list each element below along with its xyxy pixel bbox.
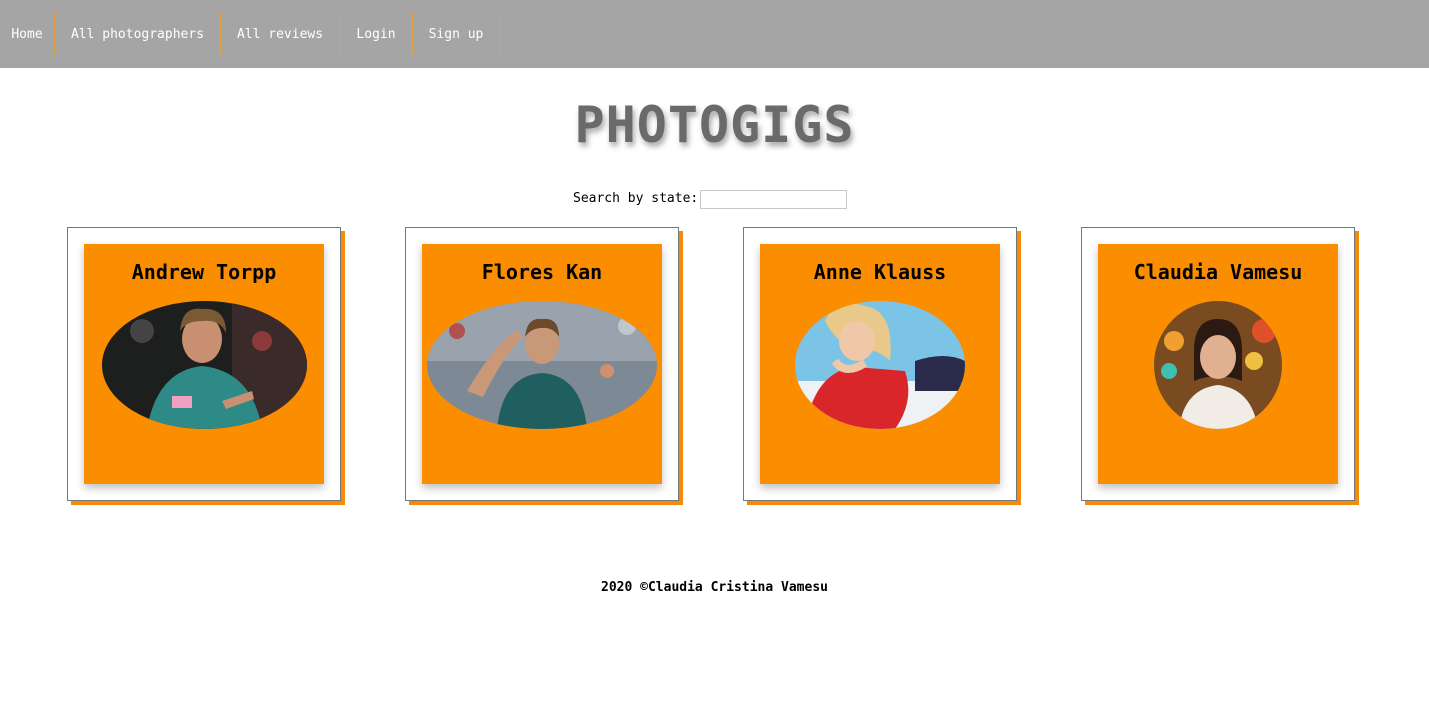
nav-all-reviews-link[interactable]: All reviews <box>221 12 340 56</box>
photographer-name[interactable]: Anne Klauss <box>760 260 1000 284</box>
search-state-input[interactable] <box>700 190 847 209</box>
footer-copyright: 2020 ©Claudia Cristina Vamesu <box>601 580 828 595</box>
navbar: Home All photographers All reviews Login… <box>0 0 1429 68</box>
photographer-name[interactable]: Claudia Vamesu <box>1098 260 1338 284</box>
photographer-card-inner: Claudia Vamesu <box>1098 244 1338 484</box>
woman-lying-photo-icon[interactable] <box>795 301 965 429</box>
photographer-name[interactable]: Flores Kan <box>422 260 662 284</box>
photographer-card-inner: Andrew Torpp <box>84 244 324 484</box>
page-title: PHOTOGIGS <box>574 96 855 154</box>
woman-tennis-photo-icon[interactable] <box>427 301 657 429</box>
photographer-card-inner: Anne Klauss <box>760 244 1000 484</box>
photographer-card[interactable]: Claudia Vamesu <box>1081 227 1355 501</box>
search-label: Search by state: <box>573 191 699 206</box>
nav-login-link[interactable]: Login <box>340 12 413 56</box>
photographer-name[interactable]: Andrew Torpp <box>84 260 324 284</box>
man-tennis-photo-icon[interactable] <box>102 301 307 429</box>
photographer-card[interactable]: Flores Kan <box>405 227 679 501</box>
photographer-card-inner: Flores Kan <box>422 244 662 484</box>
nav-all-photographers-link[interactable]: All photographers <box>55 12 221 56</box>
nav-signup-link[interactable]: Sign up <box>413 12 500 56</box>
woman-portrait-photo-icon[interactable] <box>1154 301 1282 429</box>
photographer-card[interactable]: Andrew Torpp <box>67 227 341 501</box>
photographer-card[interactable]: Anne Klauss <box>743 227 1017 501</box>
nav-home-link[interactable]: Home <box>0 12 55 56</box>
